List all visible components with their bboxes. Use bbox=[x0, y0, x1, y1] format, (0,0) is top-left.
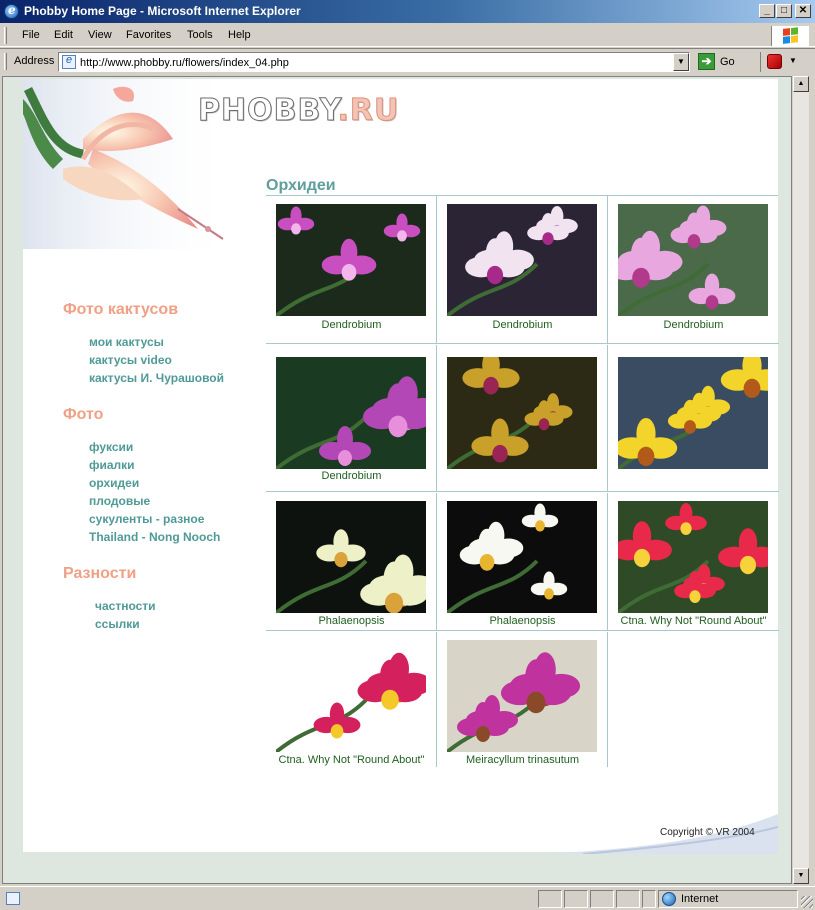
menu-file[interactable]: File bbox=[22, 29, 40, 41]
toolbar-grip[interactable] bbox=[4, 53, 7, 70]
resize-grip[interactable] bbox=[801, 896, 813, 908]
security-zone-pane bbox=[658, 890, 798, 908]
photo-caption: Phalaenopsis bbox=[489, 615, 556, 627]
status-pane bbox=[538, 890, 562, 908]
address-dropdown-button[interactable]: ▼ bbox=[673, 53, 689, 71]
sidebar-link-thailand[interactable]: Thailand - Nong Nooch bbox=[89, 530, 220, 544]
menu-bar: File Edit View Favorites Tools Help bbox=[0, 24, 815, 47]
photo-caption: Dendrobium bbox=[321, 319, 382, 331]
photo-caption: Dendrobium bbox=[492, 319, 553, 331]
copyright-text: Copyright © VR 2004 bbox=[660, 827, 755, 838]
menu-tools[interactable]: Tools bbox=[187, 29, 213, 41]
maximize-button[interactable]: □ bbox=[776, 4, 792, 18]
page-icon bbox=[62, 54, 76, 69]
go-label: Go bbox=[720, 56, 735, 68]
scroll-up-button[interactable]: ▲ bbox=[793, 76, 809, 92]
photo-caption: Meiracyllum trinasutum bbox=[465, 754, 580, 766]
gallery-item: Meiracyllum trinasutum bbox=[437, 632, 608, 767]
window-title-bar: Phobby Home Page - Microsoft Internet Ex… bbox=[0, 0, 815, 23]
orchid-photo[interactable] bbox=[447, 640, 597, 752]
windows-logo bbox=[771, 26, 809, 46]
sidebar-link-violets[interactable]: фиалки bbox=[89, 458, 135, 472]
gallery-item: Phalaenopsis bbox=[437, 493, 608, 631]
ie-icon bbox=[4, 3, 19, 19]
orchid-photo[interactable] bbox=[447, 204, 597, 316]
orchid-photo[interactable] bbox=[276, 357, 426, 469]
menu-favorites[interactable]: Favorites bbox=[126, 29, 171, 41]
orchid-photo[interactable] bbox=[447, 357, 597, 469]
sidebar-link-orchids[interactable]: орхидеи bbox=[89, 476, 139, 490]
globe-icon bbox=[662, 892, 676, 906]
sidebar-heading-misc: Разности bbox=[63, 565, 137, 582]
close-button[interactable]: ✕ bbox=[795, 4, 811, 18]
photo-caption: Ctna. Why Not "Round About" bbox=[278, 754, 425, 766]
gallery-title: Орхидеи bbox=[266, 177, 336, 194]
gallery-item: Dendrobium bbox=[266, 345, 437, 492]
sidebar-link-fuchsias[interactable]: фуксии bbox=[89, 440, 133, 454]
menu-view[interactable]: View bbox=[88, 29, 112, 41]
orchid-photo[interactable] bbox=[618, 501, 768, 613]
orchid-photo[interactable] bbox=[276, 501, 426, 613]
site-logo[interactable]: PHOTO PHOBBY.RU bbox=[197, 93, 412, 150]
sidebar-link-particulars[interactable]: частности bbox=[95, 599, 156, 613]
status-pane bbox=[642, 890, 656, 908]
sidebar-link-succulents[interactable]: сукуленты - разное bbox=[89, 512, 204, 526]
gallery-item: Dendrobium bbox=[608, 196, 779, 344]
orchid-photo[interactable] bbox=[447, 501, 597, 613]
page-viewport: PHOTO PHOBBY.RU Фото кактусов мои кактус… bbox=[2, 76, 792, 884]
links-icon bbox=[767, 54, 782, 69]
gallery-item: Ctna. Why Not "Round About" bbox=[608, 493, 779, 631]
toolbar-grip[interactable] bbox=[4, 27, 7, 44]
logo-suffix: .RU bbox=[337, 93, 400, 129]
go-arrow-icon: ➔ bbox=[698, 53, 715, 70]
windows-flag-icon bbox=[783, 27, 799, 45]
gallery-item: Dendrobium bbox=[437, 196, 608, 344]
address-input[interactable] bbox=[80, 55, 670, 70]
orchid-photo[interactable] bbox=[618, 357, 768, 469]
orchid-photo[interactable] bbox=[618, 204, 768, 316]
address-field[interactable]: ▼ bbox=[58, 52, 690, 72]
address-bar: Address ▼ ➔ Go ▼ bbox=[0, 48, 815, 74]
photo-caption: Dendrobium bbox=[321, 470, 382, 482]
page-status-icon bbox=[6, 892, 20, 905]
status-pane bbox=[590, 890, 614, 908]
sidebar-heading-cactus-photos: Фото кактусов bbox=[63, 301, 179, 318]
gallery-item: Phalaenopsis bbox=[266, 493, 437, 631]
sidebar-link-churashova-cacti[interactable]: кактусы И. Чурашовой bbox=[89, 371, 224, 385]
gallery-item bbox=[608, 345, 779, 492]
vertical-scrollbar[interactable]: ▲ ▼ bbox=[792, 76, 809, 884]
status-pane bbox=[564, 890, 588, 908]
go-button[interactable]: ➔ Go bbox=[696, 52, 742, 72]
gallery-item bbox=[437, 345, 608, 492]
sidebar-link-links[interactable]: ссылки bbox=[95, 617, 140, 631]
photo-caption: Phalaenopsis bbox=[318, 615, 385, 627]
security-zone-label: Internet bbox=[681, 893, 719, 905]
gallery-item: Ctna. Why Not "Round About" bbox=[266, 632, 437, 767]
photo-caption: Dendrobium bbox=[663, 319, 724, 331]
web-page: PHOTO PHOBBY.RU Фото кактусов мои кактус… bbox=[23, 79, 779, 854]
photo-caption: Ctna. Why Not "Round About" bbox=[620, 615, 767, 627]
menu-edit[interactable]: Edit bbox=[54, 29, 73, 41]
sidebar-heading-photos: Фото bbox=[63, 406, 104, 423]
scroll-down-button[interactable]: ▼ bbox=[793, 868, 809, 884]
orchid-photo[interactable] bbox=[276, 204, 426, 316]
chevron-down-icon: ▼ bbox=[789, 56, 797, 65]
gallery-item: Dendrobium bbox=[266, 196, 437, 344]
sidebar-link-my-cacti[interactable]: мои кактусы bbox=[89, 335, 164, 349]
logo-main-text: PHOBBY bbox=[197, 93, 338, 129]
orchid-photo[interactable] bbox=[276, 640, 426, 752]
menu-help[interactable]: Help bbox=[228, 29, 251, 41]
sidebar-link-fruit[interactable]: плодовые bbox=[89, 494, 150, 508]
window-title: Phobby Home Page - Microsoft Internet Ex… bbox=[24, 4, 301, 18]
links-button[interactable]: ▼ bbox=[760, 52, 808, 72]
address-label: Address bbox=[14, 55, 55, 67]
status-bar: Internet bbox=[0, 886, 815, 910]
sidebar-link-cacti-video[interactable]: кактусы video bbox=[89, 353, 172, 367]
status-pane bbox=[616, 890, 640, 908]
minimize-button[interactable]: _ bbox=[759, 4, 775, 18]
logo-text: PHOBBY.RU bbox=[197, 93, 400, 129]
